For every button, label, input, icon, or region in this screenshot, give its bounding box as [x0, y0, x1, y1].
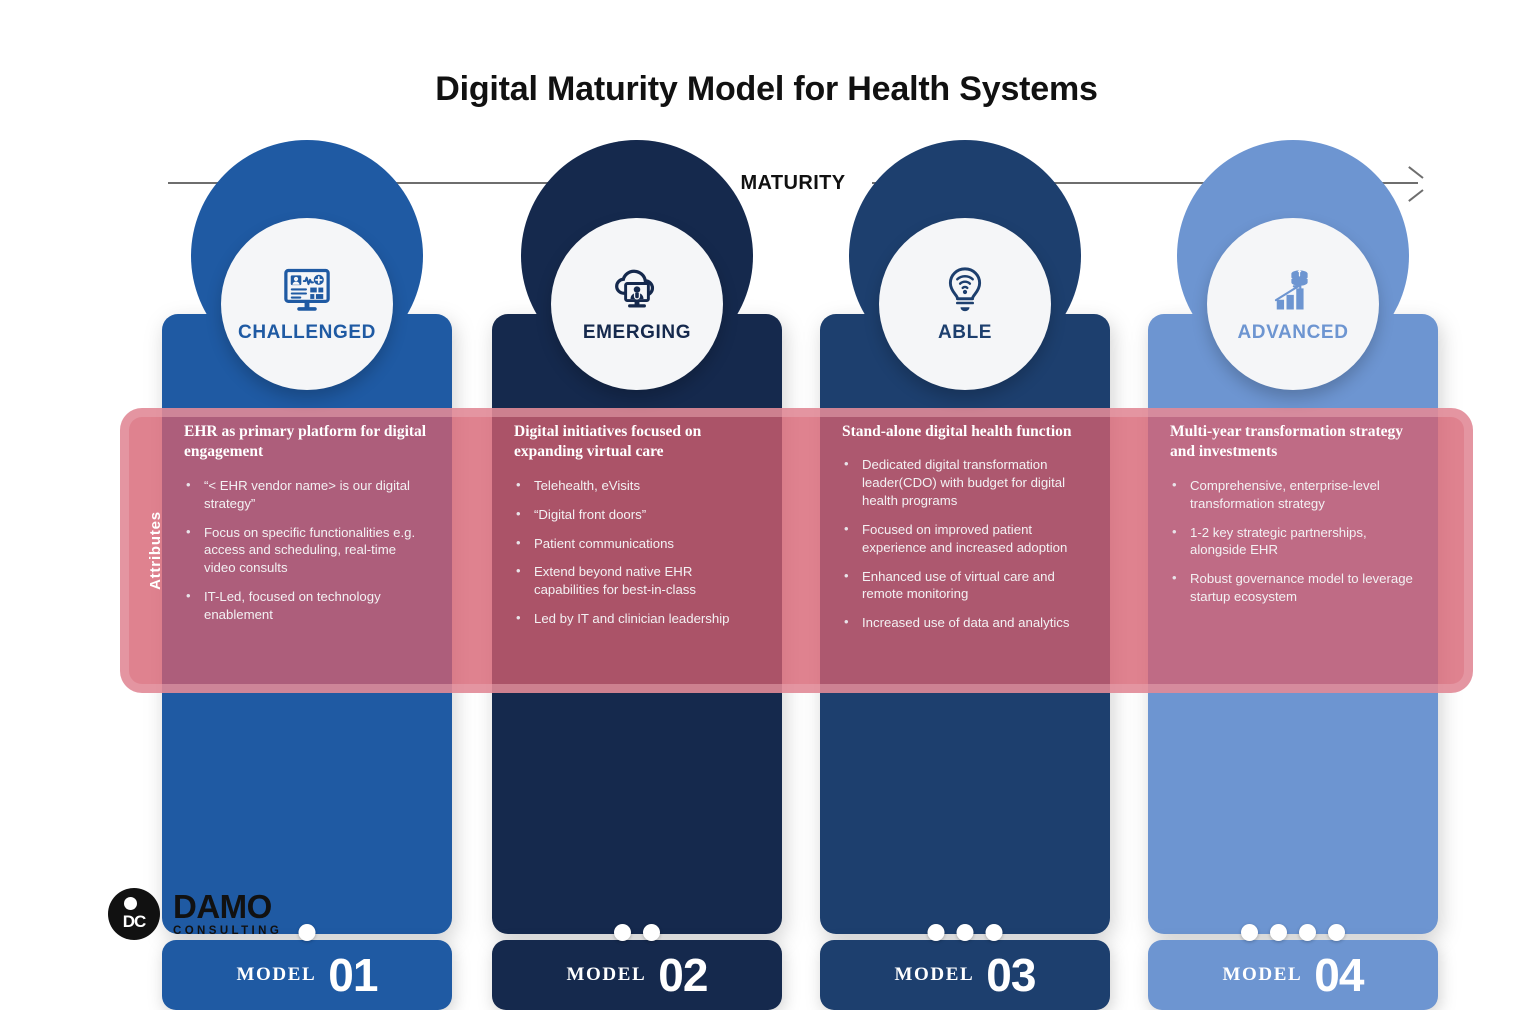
- progress-dot: [1328, 924, 1345, 941]
- progress-dot: [1299, 924, 1316, 941]
- list-item: Led by IT and clinician leadership: [514, 609, 760, 628]
- list-item: Comprehensive, enterprise-level transfor…: [1170, 476, 1416, 513]
- cloud-telehealth-icon: [611, 264, 663, 316]
- progress-dot: [614, 924, 631, 941]
- list-item: Extend beyond native EHR capabilities fo…: [514, 562, 760, 599]
- list-item: Focus on specific functionalities e.g. a…: [184, 523, 430, 577]
- list-item: Robust governance model to leverage star…: [1170, 569, 1416, 606]
- stage-heading: EHR as primary platform for digital enga…: [184, 423, 427, 461]
- maturity-columns: CHALLENGED EHR as primary platform for d…: [0, 0, 1533, 1010]
- logo-monogram: DC: [122, 912, 147, 931]
- model-number: 03: [986, 949, 1036, 1001]
- model-pill-01[interactable]: MODEL 01: [162, 940, 452, 1010]
- ehr-monitor-icon: [281, 264, 333, 316]
- model-word: MODEL: [566, 964, 647, 985]
- growth-chart-coins-icon: [1267, 264, 1319, 316]
- stage-progress-dots: [614, 924, 660, 941]
- stage-badge-challenged[interactable]: CHALLENGED: [221, 218, 393, 390]
- list-item: “< EHR vendor name> is our digital strat…: [184, 476, 430, 513]
- list-item: 1-2 key strategic partnerships, alongsid…: [1170, 523, 1416, 560]
- progress-dot: [956, 924, 974, 941]
- stage-badge-advanced[interactable]: ADVANCED: [1207, 218, 1379, 390]
- stage-bullet-list: Telehealth, eVisits “Digital front doors”…: [514, 476, 760, 628]
- list-item: Patient communications: [514, 534, 760, 553]
- lightbulb-wifi-icon: [939, 264, 991, 316]
- stage-heading: Digital initiatives focused on expanding…: [514, 423, 702, 461]
- stage-bullet-list: Dedicated digital transformation leader(…: [842, 455, 1088, 632]
- attributes-label-text: Attributes: [146, 511, 164, 590]
- model-number: 04: [1314, 949, 1364, 1001]
- progress-dot: [298, 924, 316, 941]
- stage-badge-label: ADVANCED: [1237, 322, 1349, 343]
- progress-dot: [1241, 924, 1258, 941]
- stage-heading: Multi-year transformation strategy and i…: [1170, 423, 1404, 461]
- stage-progress-dots: [1241, 924, 1345, 941]
- model-number: 01: [328, 949, 378, 1001]
- model-pill-02[interactable]: MODEL 02: [492, 940, 782, 1010]
- progress-dot: [1270, 924, 1287, 941]
- model-word: MODEL: [1222, 964, 1303, 985]
- stage-progress-dots: [298, 924, 316, 941]
- stage-badge-label: CHALLENGED: [238, 322, 376, 343]
- list-item: Enhanced use of virtual care and remote …: [842, 567, 1088, 604]
- list-item: Increased use of data and analytics: [842, 613, 1088, 632]
- list-item: “Digital front doors”: [514, 505, 760, 524]
- progress-dot: [643, 924, 660, 941]
- stage-card-content: EHR as primary platform for digital enga…: [162, 314, 452, 934]
- stage-bullet-list: Comprehensive, enterprise-level transfor…: [1170, 476, 1416, 606]
- model-number: 02: [658, 949, 708, 1001]
- progress-dot: [985, 924, 1003, 941]
- logo-mark-icon: DC: [108, 888, 160, 940]
- list-item: Focused on improved patient experience a…: [842, 520, 1088, 557]
- model-word: MODEL: [894, 964, 975, 985]
- stage-card-content: Stand-alone digital health function Dedi…: [820, 314, 1110, 934]
- stage-badge-able[interactable]: ABLE: [879, 218, 1051, 390]
- attributes-band-label: Attributes: [132, 408, 178, 693]
- model-pill-03[interactable]: MODEL 03: [820, 940, 1110, 1010]
- stage-card-content: Multi-year transformation strategy and i…: [1148, 314, 1438, 934]
- list-item: IT-Led, focused on technology enablement: [184, 587, 430, 624]
- stage-card-content: Digital initiatives focused on expanding…: [492, 314, 782, 934]
- list-item: Telehealth, eVisits: [514, 476, 760, 495]
- stage-progress-dots: [927, 924, 1003, 941]
- stage-badge-emerging[interactable]: EMERGING: [551, 218, 723, 390]
- stage-bullet-list: “< EHR vendor name> is our digital strat…: [184, 476, 430, 624]
- stage-heading: Stand-alone digital health function: [842, 423, 1072, 440]
- model-pill-04[interactable]: MODEL 04: [1148, 940, 1438, 1010]
- list-item: Dedicated digital transformation leader(…: [842, 455, 1088, 509]
- stage-badge-label: EMERGING: [582, 322, 692, 343]
- model-word: MODEL: [236, 964, 317, 985]
- progress-dot: [927, 924, 945, 941]
- stage-badge-label: ABLE: [937, 322, 993, 343]
